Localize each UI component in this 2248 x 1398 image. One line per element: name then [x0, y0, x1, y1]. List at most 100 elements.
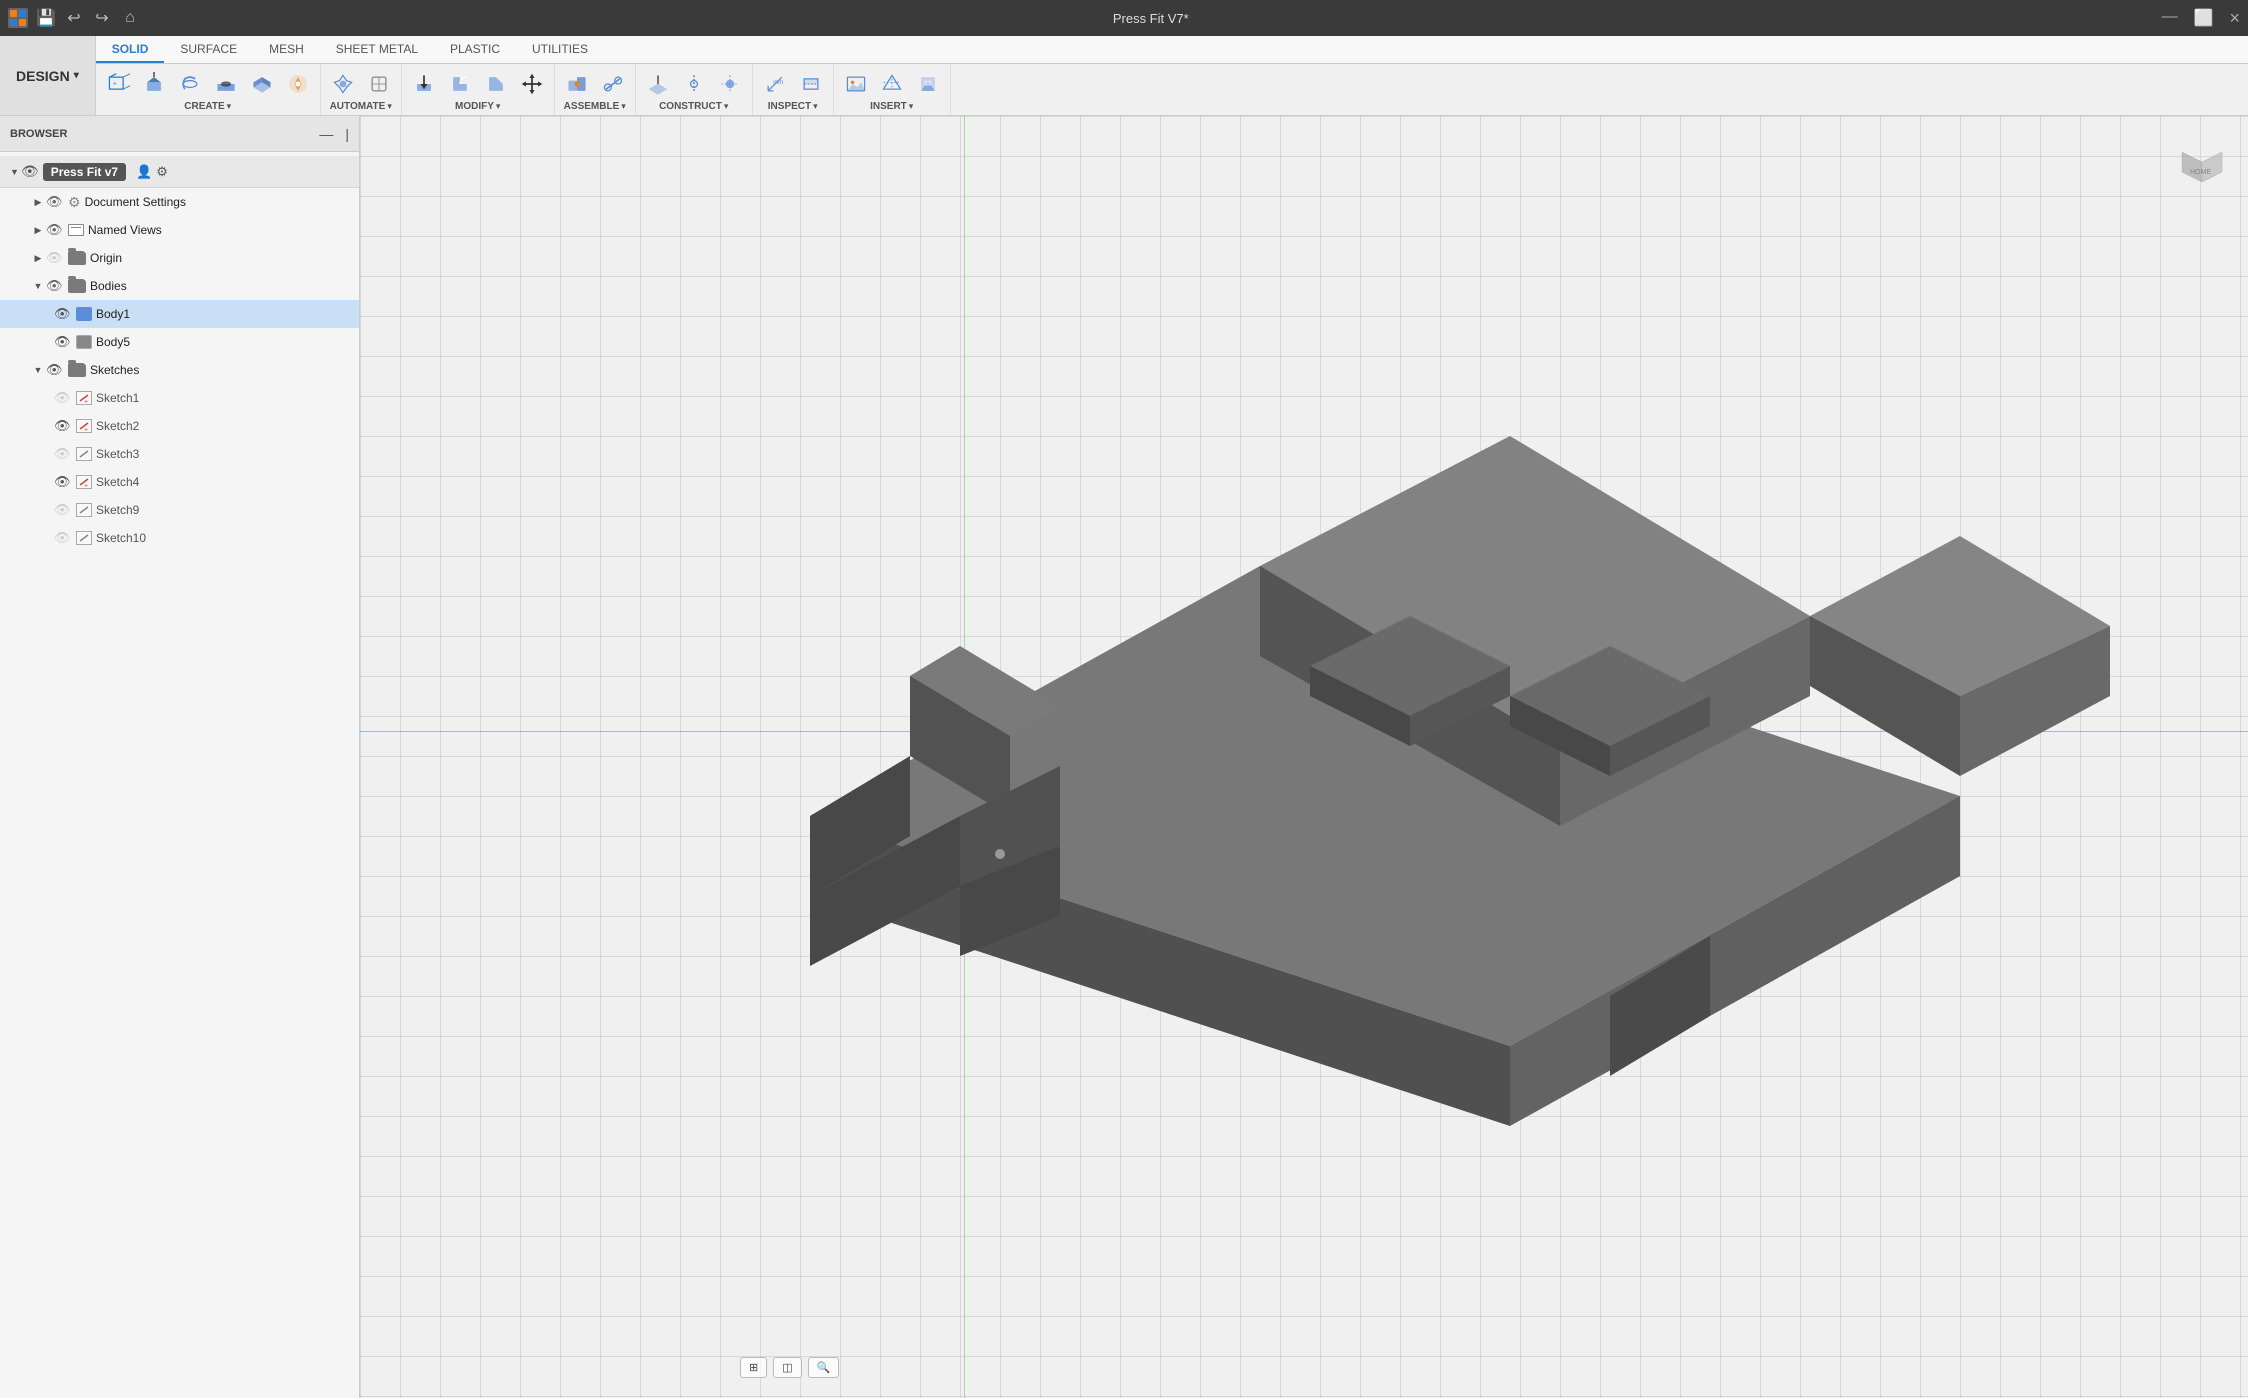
- eye-icon-bodies[interactable]: 👁: [46, 278, 64, 294]
- sketch3-label: Sketch3: [96, 447, 139, 461]
- fillet-button[interactable]: [444, 68, 476, 100]
- named-views-expand[interactable]: ▶: [30, 222, 46, 238]
- tree-item-named-views[interactable]: ▶ 👁 Named Views: [0, 216, 359, 244]
- tree-item-body1[interactable]: 👁 Body1: [0, 300, 359, 328]
- eye-icon-sketch10[interactable]: 👁: [54, 530, 72, 546]
- tree-item-sketch2[interactable]: 👁 + Sketch2: [0, 412, 359, 440]
- sketches-expand[interactable]: ▼: [30, 362, 46, 378]
- insert-decal-button[interactable]: [912, 68, 944, 100]
- move-button[interactable]: [516, 68, 548, 100]
- maximize-button[interactable]: ⬜: [2194, 8, 2214, 29]
- eye-icon-sketch4[interactable]: 👁: [54, 474, 72, 490]
- revolve-button[interactable]: [174, 68, 206, 100]
- home-icon[interactable]: ⌂: [120, 8, 140, 28]
- tab-surface[interactable]: SURFACE: [164, 36, 253, 63]
- tree-item-sketch10[interactable]: 👁 Sketch10: [0, 524, 359, 552]
- root-settings-icon2: ⚙: [156, 164, 168, 180]
- viewport[interactable]: HOME ⊞ ◫ 🔍: [360, 116, 2248, 1398]
- tree-item-bodies[interactable]: ▼ 👁 Bodies: [0, 272, 359, 300]
- tree-item-document-settings[interactable]: ▶ 👁 ⚙ Document Settings: [0, 188, 359, 216]
- insert-image-button[interactable]: [840, 68, 872, 100]
- tab-utilities[interactable]: UTILITIES: [516, 36, 604, 63]
- eye-icon-sketches[interactable]: 👁: [46, 362, 64, 378]
- save-icon[interactable]: 💾: [36, 8, 56, 28]
- svg-text:+: +: [84, 399, 88, 403]
- tree-item-sketches[interactable]: ▼ 👁 Sketches: [0, 356, 359, 384]
- origin-expand[interactable]: ▶: [30, 250, 46, 266]
- design-arrow: ▾: [74, 70, 79, 81]
- chamfer-button[interactable]: [480, 68, 512, 100]
- measure-button[interactable]: mm: [759, 68, 791, 100]
- collapse-button[interactable]: —: [319, 126, 333, 142]
- panel-button[interactable]: |: [345, 126, 349, 142]
- insert-mesh-button[interactable]: [876, 68, 908, 100]
- redo-icon[interactable]: ↪: [92, 8, 112, 28]
- tree-item-origin[interactable]: ▶ 👁 Origin: [0, 244, 359, 272]
- eye-icon-sketch9[interactable]: 👁: [54, 502, 72, 518]
- inspect-button[interactable]: 🔍: [808, 1357, 840, 1378]
- sidebar: BROWSER — | ▼ 👁 Press Fit v7 👤 ⚙ ▶ 👁 ⚙: [0, 116, 360, 1398]
- tab-sheet-metal[interactable]: SHEET METAL: [320, 36, 434, 63]
- automate-button[interactable]: [327, 68, 359, 100]
- plane-button[interactable]: [642, 68, 674, 100]
- tab-plastic[interactable]: PLASTIC: [434, 36, 516, 63]
- box-button[interactable]: [246, 68, 278, 100]
- modify-label: MODIFY: [455, 101, 494, 112]
- main-layout: BROWSER — | ▼ 👁 Press Fit v7 👤 ⚙ ▶ 👁 ⚙: [0, 116, 2248, 1398]
- eye-icon-body1[interactable]: 👁: [54, 306, 72, 322]
- svg-text:HOME: HOME: [2190, 169, 2211, 176]
- eye-icon-root[interactable]: 👁: [21, 163, 39, 180]
- doc-settings-expand[interactable]: ▶: [30, 194, 46, 210]
- insert-label: INSERT: [870, 101, 907, 112]
- automate-icon2[interactable]: [363, 68, 395, 100]
- eye-icon-namedviews[interactable]: 👁: [46, 222, 64, 238]
- create-sketch-button[interactable]: +: [102, 68, 134, 100]
- view-cube[interactable]: HOME: [2172, 132, 2232, 192]
- undo-icon[interactable]: ↩: [64, 8, 84, 28]
- tab-solid[interactable]: SOLID: [96, 36, 165, 63]
- eye-icon-origin[interactable]: 👁: [46, 250, 64, 266]
- construct-label: CONSTRUCT: [659, 101, 722, 112]
- press-pull-button[interactable]: [408, 68, 440, 100]
- sketches-folder-icon: [68, 363, 86, 377]
- root-user-icon: 👤: [136, 164, 152, 180]
- display-button[interactable]: ◫: [773, 1357, 801, 1378]
- hole-button[interactable]: [210, 68, 242, 100]
- root-expand-arrow[interactable]: ▼: [10, 167, 19, 177]
- eye-icon-sketch3[interactable]: 👁: [54, 446, 72, 462]
- sketch1-label: Sketch1: [96, 391, 139, 405]
- axis-button[interactable]: [678, 68, 710, 100]
- design-button[interactable]: DESIGN ▾: [0, 36, 96, 115]
- eye-icon-sketch1[interactable]: 👁: [54, 390, 72, 406]
- close-button[interactable]: ×: [2229, 8, 2240, 29]
- svg-text:+: +: [84, 483, 88, 487]
- sketch9-icon: [76, 503, 92, 517]
- tree-item-sketch1[interactable]: 👁 + Sketch1: [0, 384, 359, 412]
- tree-item-sketch9[interactable]: 👁 Sketch9: [0, 496, 359, 524]
- automate-label: AUTOMATE: [330, 101, 386, 112]
- bodies-expand[interactable]: ▼: [30, 278, 46, 294]
- special-button[interactable]: [282, 68, 314, 100]
- origin-label: Origin: [90, 251, 122, 265]
- sketch10-icon: [76, 531, 92, 545]
- eye-icon-sketch2[interactable]: 👁: [54, 418, 72, 434]
- minimize-button[interactable]: —: [2162, 8, 2178, 29]
- create-arrow: ▾: [227, 101, 232, 112]
- create-label: CREATE: [184, 101, 224, 112]
- tree-item-sketch4[interactable]: 👁 + Sketch4: [0, 468, 359, 496]
- eye-icon-docsettings[interactable]: 👁: [46, 194, 64, 210]
- motion-button[interactable]: [597, 68, 629, 100]
- eye-icon-body5[interactable]: 👁: [54, 334, 72, 350]
- window-title: Press Fit V7*: [152, 11, 2150, 26]
- tree-item-body5[interactable]: 👁 Body5: [0, 328, 359, 356]
- extrude-button[interactable]: [138, 68, 170, 100]
- section-analysis-button[interactable]: [795, 68, 827, 100]
- point-button[interactable]: [714, 68, 746, 100]
- joint-button[interactable]: [561, 68, 593, 100]
- tree-root-item[interactable]: ▼ 👁 Press Fit v7 👤 ⚙: [0, 156, 359, 188]
- body5-icon: [76, 335, 92, 349]
- grid-button[interactable]: ⊞: [740, 1357, 767, 1378]
- tree-item-sketch3[interactable]: 👁 Sketch3: [0, 440, 359, 468]
- root-badge: Press Fit v7: [43, 163, 126, 181]
- tab-mesh[interactable]: MESH: [253, 36, 320, 63]
